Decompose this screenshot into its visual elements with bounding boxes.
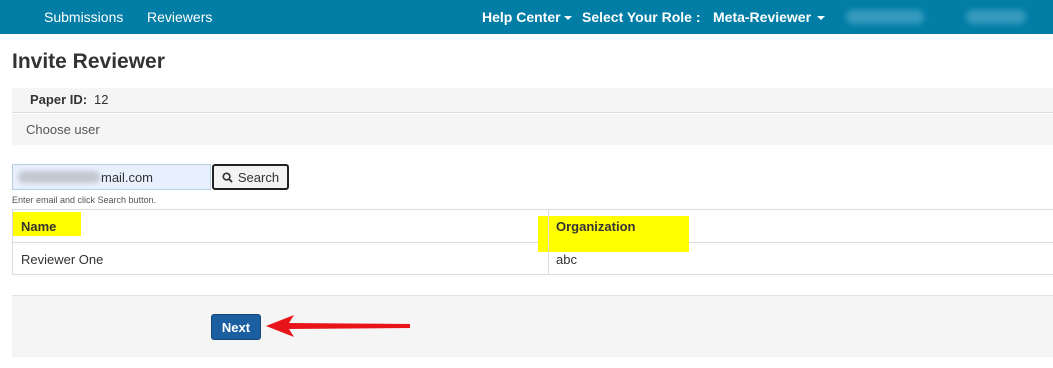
actions-panel <box>12 295 1053 357</box>
reviewer-organization-cell: abc <box>556 252 577 267</box>
nav-help-center[interactable]: Help Center <box>482 9 572 25</box>
chevron-down-icon <box>817 16 826 21</box>
page-title: Invite Reviewer <box>12 50 165 73</box>
table-header-row: Name Organization <box>13 210 1053 252</box>
nav-submissions[interactable]: Submissions <box>44 9 123 25</box>
redacted-email-prefix <box>18 171 100 183</box>
search-button[interactable]: Search <box>212 164 289 190</box>
column-header-name: Name <box>21 219 57 234</box>
top-navbar: Submissions Reviewers Help Center Select… <box>0 0 1053 34</box>
annotation-arrow-icon <box>266 315 410 337</box>
table-row[interactable]: Reviewer One abc <box>13 243 1053 275</box>
role-dropdown-value: Meta-Reviewer <box>713 9 812 25</box>
column-divider <box>548 210 549 275</box>
paper-id-label: Paper ID: <box>30 92 88 107</box>
reviewer-name-cell: Reviewer One <box>21 252 104 267</box>
role-dropdown[interactable]: Meta-Reviewer <box>713 9 826 25</box>
column-header-organization: Organization <box>556 219 636 234</box>
chevron-down-icon <box>563 16 572 21</box>
paper-info-row: Paper ID: 12 <box>12 88 1053 113</box>
search-button-label: Search <box>237 169 280 185</box>
results-table: Name Organization Reviewer One abc <box>12 209 1053 275</box>
next-button[interactable]: Next <box>211 314 261 340</box>
search-hint: Enter email and click Search button. <box>12 195 157 205</box>
nav-reviewers[interactable]: Reviewers <box>147 9 212 25</box>
choose-user-row: Choose user <box>12 114 1053 145</box>
redacted-user-name[interactable] <box>846 10 924 24</box>
choose-user-label: Choose user <box>26 122 100 137</box>
email-input-value: mail.com <box>101 170 154 185</box>
search-icon <box>222 171 233 183</box>
role-label: Select Your Role : <box>582 9 701 25</box>
redacted-account-menu[interactable] <box>966 10 1026 24</box>
paper-id-value: 12 <box>94 92 109 107</box>
nav-help-center-label: Help Center <box>482 9 561 25</box>
